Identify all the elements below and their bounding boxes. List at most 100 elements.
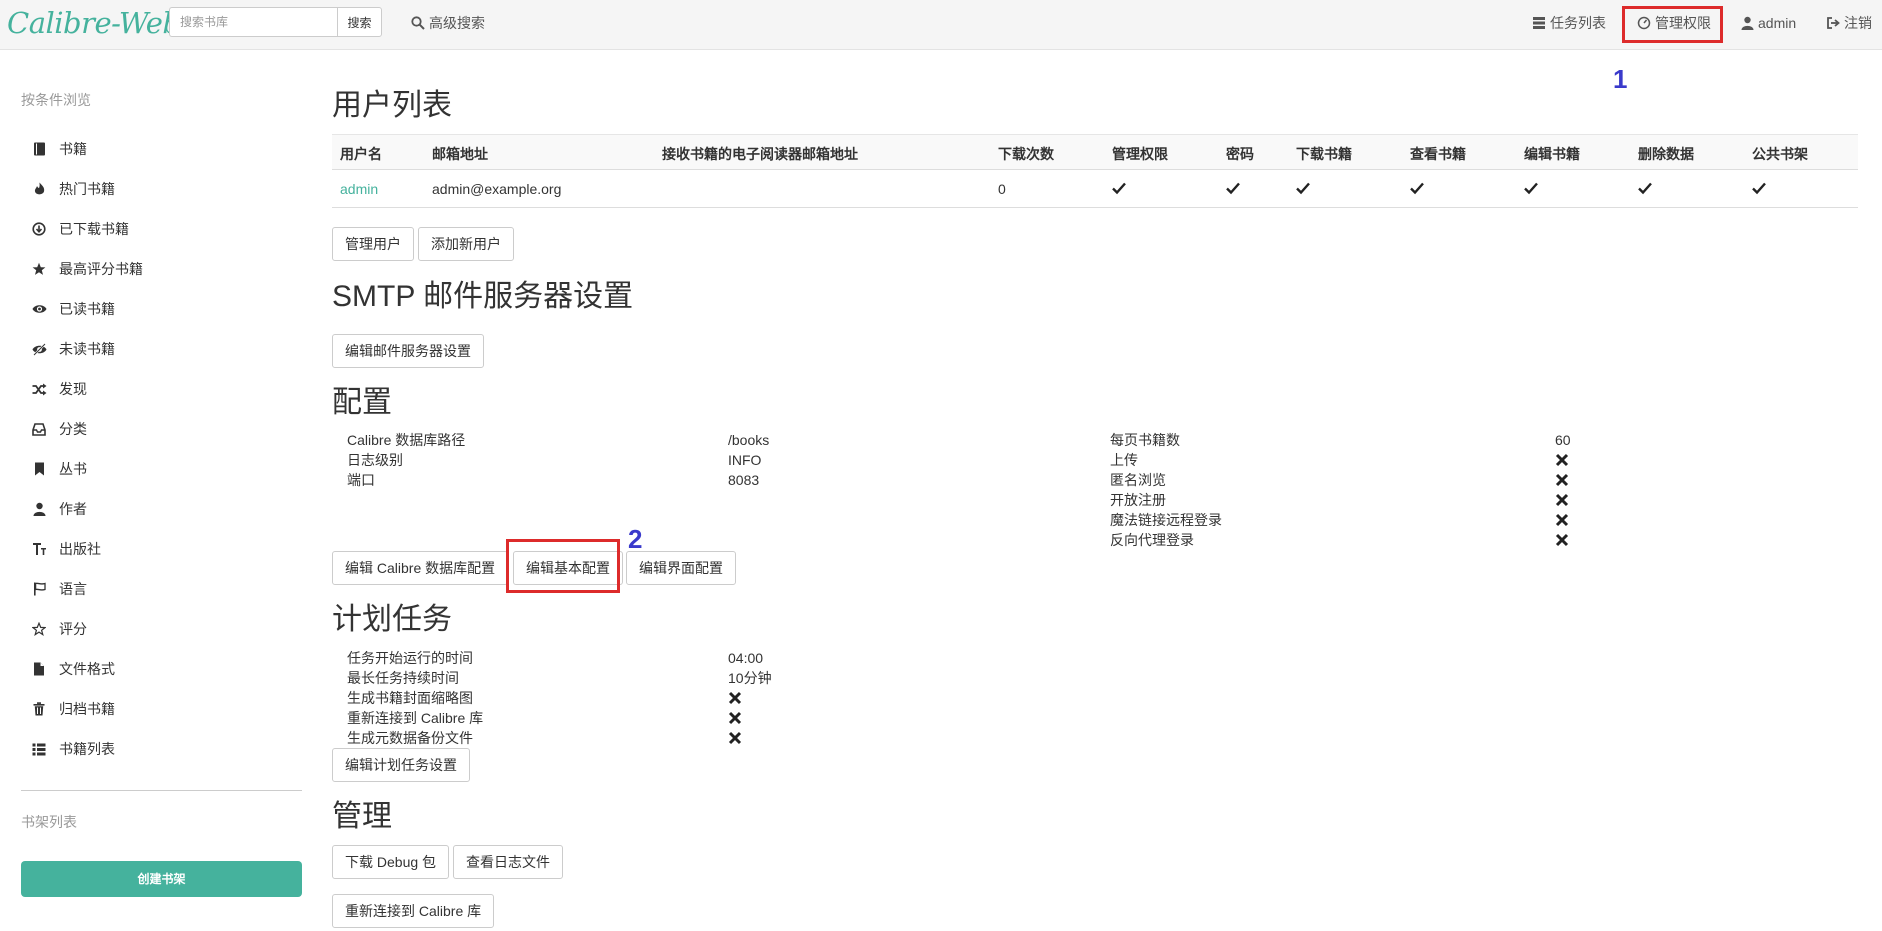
eye-slash-icon [30, 341, 48, 357]
sidebar-item[interactable]: 作者 [30, 497, 87, 521]
sidebar-item-label: 书籍列表 [59, 741, 115, 757]
config-label: 魔法链接远程登录 [1110, 512, 1222, 528]
column-header[interactable]: 下载次数 [998, 144, 1054, 164]
cross-icon [1555, 473, 1569, 487]
sidebar-item[interactable]: 分类 [30, 417, 87, 441]
config-label: 上传 [1110, 452, 1138, 468]
column-header[interactable]: 删除数据 [1638, 144, 1694, 164]
column-header[interactable]: 接收书籍的电子阅读器邮箱地址 [662, 144, 858, 164]
column-header[interactable]: 编辑书籍 [1524, 144, 1580, 164]
create-shelf-button[interactable]: 创建书架 [21, 861, 302, 897]
inbox-icon [30, 421, 48, 437]
sidebar-item-label: 已读书籍 [59, 301, 115, 317]
sidebar-item[interactable]: 书籍列表 [30, 737, 115, 761]
search-input[interactable] [169, 7, 337, 37]
edit-smtp-button[interactable]: 编辑邮件服务器设置 [332, 334, 484, 368]
advanced-search-link[interactable]: 高级搜索 [411, 13, 485, 33]
sidebar-item[interactable]: 归档书籍 [30, 697, 115, 721]
eye-icon [30, 301, 48, 317]
column-header[interactable]: 密码 [1226, 144, 1254, 164]
sidebar-item[interactable]: 最高评分书籍 [30, 257, 143, 281]
table-row: admin admin@example.org 0 [332, 170, 1858, 208]
smtp-title: SMTP 邮件服务器设置 [332, 280, 634, 313]
check-icon [1112, 182, 1126, 195]
user-link[interactable]: admin [1741, 13, 1796, 33]
search-button[interactable]: 搜索 [337, 7, 382, 37]
view-logs-button[interactable]: 查看日志文件 [453, 845, 563, 879]
column-header[interactable]: 管理权限 [1112, 144, 1168, 164]
random-icon [30, 381, 48, 397]
tasks-icon [1532, 16, 1546, 30]
sidebar-item-label: 分类 [59, 421, 87, 437]
shelves-heading: 书架列表 [21, 814, 77, 830]
sidebar-item[interactable]: 丛书 [30, 457, 87, 481]
config-label: 开放注册 [1110, 492, 1166, 508]
check-icon [1296, 182, 1310, 195]
cross-icon [728, 711, 742, 725]
text-size-icon [30, 541, 48, 557]
sidebar-item[interactable]: 发现 [30, 377, 87, 401]
logout-link[interactable]: 注销 [1826, 13, 1872, 33]
schedule-label: 生成书籍封面缩略图 [347, 690, 473, 706]
users-table-header: 用户名 邮箱地址 接收书籍的电子阅读器邮箱地址 下载次数 管理权限 密码 下载书… [332, 134, 1858, 170]
tasks-link[interactable]: 任务列表 [1532, 13, 1606, 33]
check-icon [1524, 182, 1538, 195]
advanced-search-label: 高级搜索 [429, 15, 485, 31]
config-value: 8083 [728, 472, 760, 488]
config-label: 匿名浏览 [1110, 472, 1166, 488]
user-icon [1741, 16, 1754, 30]
schedule-label: 任务开始运行的时间 [347, 650, 473, 666]
cross-icon [728, 691, 742, 705]
brand-logo[interactable]: Calibre-Web [7, 5, 181, 41]
annotation-marker-1: 1 [1613, 64, 1628, 94]
sidebar-item[interactable]: 语言 [30, 577, 87, 601]
admin-title: 管理 [332, 800, 392, 833]
email-cell: admin@example.org [432, 181, 562, 197]
sidebar-item-label: 已下载书籍 [59, 221, 129, 237]
column-header[interactable]: 邮箱地址 [432, 144, 488, 164]
bookmark-icon [30, 461, 48, 477]
check-icon [1752, 182, 1766, 195]
tasks-label: 任务列表 [1550, 15, 1606, 31]
star-icon [30, 261, 48, 277]
sidebar-item[interactable]: 书籍 [30, 137, 87, 161]
book-icon [30, 141, 48, 157]
trash-icon [30, 701, 48, 717]
column-header[interactable]: 公共书架 [1752, 144, 1808, 164]
sidebar-heading: 按条件浏览 [21, 92, 91, 108]
top-navbar: Calibre-Web 搜索 高级搜索 任务列表 管理权限 admin 注销 [0, 0, 1882, 50]
sidebar-item[interactable]: 文件格式 [30, 657, 115, 681]
cross-icon [1555, 493, 1569, 507]
schedule-value: 10分钟 [728, 670, 772, 686]
reconnect-calibre-button[interactable]: 重新连接到 Calibre 库 [332, 894, 495, 928]
username-link[interactable]: admin [340, 181, 378, 197]
column-header[interactable]: 下载书籍 [1296, 144, 1352, 164]
schedule-label: 生成元数据备份文件 [347, 730, 473, 746]
edit-db-config-button[interactable]: 编辑 Calibre 数据库配置 [332, 551, 509, 585]
column-header[interactable]: 查看书籍 [1410, 144, 1466, 164]
sidebar-item[interactable]: 已读书籍 [30, 297, 115, 321]
edit-schedule-button[interactable]: 编辑计划任务设置 [332, 748, 470, 782]
manage-users-button[interactable]: 管理用户 [332, 227, 414, 261]
sidebar-item[interactable]: 评分 [30, 617, 87, 641]
schedule-value: 04:00 [728, 650, 764, 666]
sidebar-item-label: 出版社 [59, 541, 101, 557]
sidebar-item[interactable]: 未读书籍 [30, 337, 115, 361]
logout-icon [1826, 16, 1840, 30]
sidebar-item[interactable]: 出版社 [30, 537, 101, 561]
sidebar-item-label: 最高评分书籍 [59, 261, 143, 277]
sidebar-item-label: 作者 [59, 501, 87, 517]
schedule-label: 最长任务持续时间 [347, 670, 459, 686]
add-user-button[interactable]: 添加新用户 [418, 227, 514, 261]
highlight-box-1 [1622, 6, 1723, 43]
sidebar-item[interactable]: 已下载书籍 [30, 217, 129, 241]
config-label: Calibre 数据库路径 [347, 432, 466, 448]
cross-icon [1555, 513, 1569, 527]
column-header[interactable]: 用户名 [340, 144, 382, 164]
schedule-title: 计划任务 [332, 603, 452, 636]
sidebar-item[interactable]: 热门书籍 [30, 177, 115, 201]
config-label: 每页书籍数 [1110, 432, 1180, 448]
download-debug-button[interactable]: 下载 Debug 包 [332, 845, 450, 879]
sidebar-divider [21, 790, 302, 791]
edit-ui-config-button[interactable]: 编辑界面配置 [626, 551, 736, 585]
